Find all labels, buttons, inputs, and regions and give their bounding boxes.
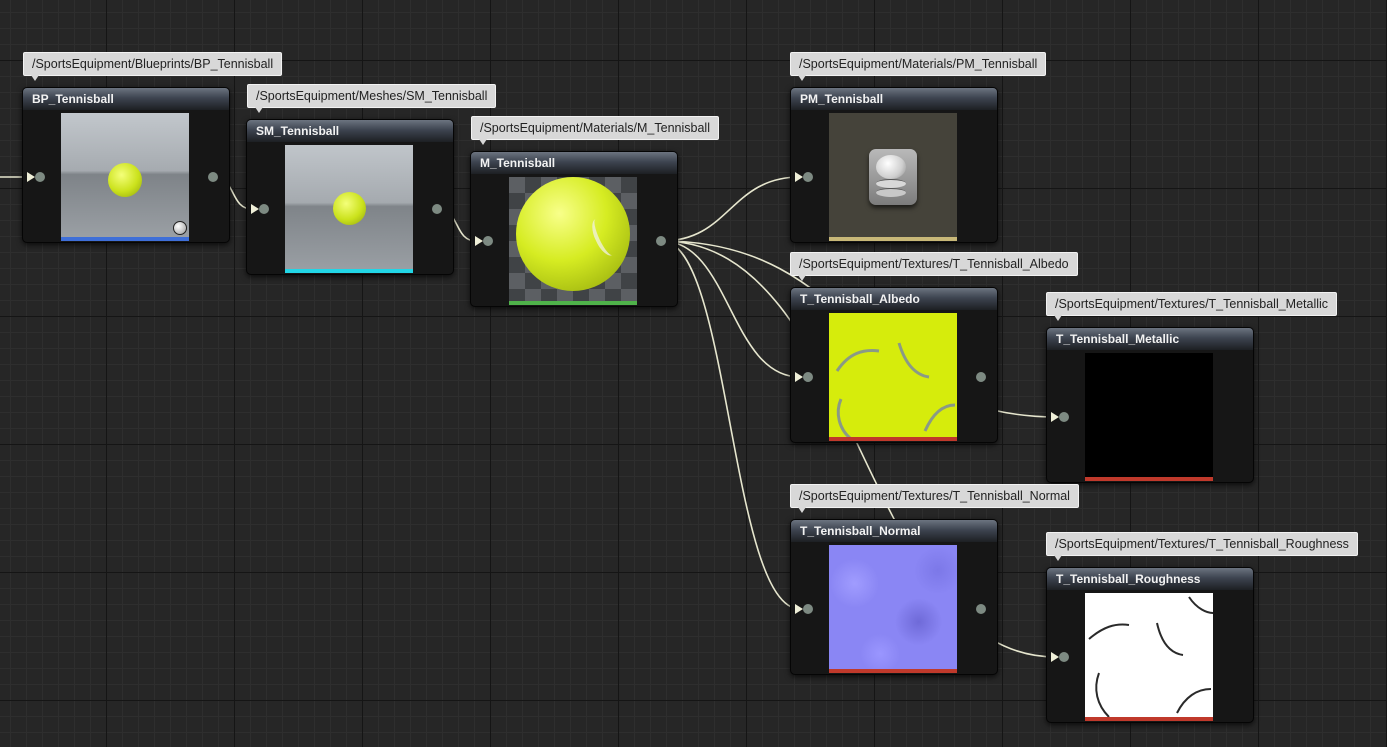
node-title: T_Tennisball_Roughness bbox=[1047, 568, 1253, 590]
asset-type-bar bbox=[829, 437, 957, 441]
asset-type-bar bbox=[829, 237, 957, 241]
albedo-texture-preview bbox=[829, 313, 957, 441]
path-tooltip-normal: /SportsEquipment/Textures/T_Tennisball_N… bbox=[790, 484, 1079, 513]
node-sm-tennisball[interactable]: SM_Tennisball bbox=[246, 119, 454, 275]
blueprint-preview-icon bbox=[61, 113, 189, 241]
static-mesh-preview-icon bbox=[285, 145, 413, 273]
material-sphere-preview-icon bbox=[509, 177, 637, 305]
input-pin[interactable] bbox=[259, 204, 269, 214]
metallic-texture-preview bbox=[1085, 353, 1213, 481]
asset-type-bar bbox=[829, 669, 957, 673]
input-pin[interactable] bbox=[803, 372, 813, 382]
output-pin[interactable] bbox=[656, 236, 666, 246]
path-tooltip-pm: /SportsEquipment/Materials/PM_Tennisball bbox=[790, 52, 1047, 81]
asset-type-bar bbox=[1085, 717, 1213, 721]
path-tooltip-metallic: /SportsEquipment/Textures/T_Tennisball_M… bbox=[1046, 292, 1338, 321]
wire-m-normal bbox=[661, 240, 801, 610]
input-pin[interactable] bbox=[1059, 412, 1069, 422]
node-title: T_Tennisball_Metallic bbox=[1047, 328, 1253, 350]
physical-material-icon bbox=[829, 113, 957, 241]
node-t-tennisball-metallic[interactable]: T_Tennisball_Metallic bbox=[1046, 327, 1254, 483]
input-pin[interactable] bbox=[35, 172, 45, 182]
output-pin[interactable] bbox=[976, 604, 986, 614]
asset-type-bar bbox=[61, 237, 189, 241]
input-exec-arrow-icon bbox=[251, 204, 259, 214]
input-exec-arrow-icon bbox=[27, 172, 35, 182]
node-pm-tennisball[interactable]: PM_Tennisball bbox=[790, 87, 998, 243]
roughness-texture-preview bbox=[1085, 593, 1213, 721]
wire-m-pm bbox=[661, 176, 801, 242]
path-tooltip-bp: /SportsEquipment/Blueprints/BP_Tennisbal… bbox=[23, 52, 283, 81]
node-t-tennisball-albedo[interactable]: T_Tennisball_Albedo bbox=[790, 287, 998, 443]
path-tooltip-roughness: /SportsEquipment/Textures/T_Tennisball_R… bbox=[1046, 532, 1358, 561]
node-title: M_Tennisball bbox=[471, 152, 677, 174]
asset-type-bar bbox=[509, 301, 637, 305]
node-title: T_Tennisball_Albedo bbox=[791, 288, 997, 310]
wire-m-albedo bbox=[661, 240, 801, 378]
node-title: T_Tennisball_Normal bbox=[791, 520, 997, 542]
input-exec-arrow-icon bbox=[475, 236, 483, 246]
node-title: BP_Tennisball bbox=[23, 88, 229, 110]
node-title: SM_Tennisball bbox=[247, 120, 453, 142]
input-exec-arrow-icon bbox=[1051, 412, 1059, 422]
node-t-tennisball-normal[interactable]: T_Tennisball_Normal bbox=[790, 519, 998, 675]
output-pin[interactable] bbox=[976, 372, 986, 382]
input-pin[interactable] bbox=[803, 604, 813, 614]
node-m-tennisball[interactable]: M_Tennisball bbox=[470, 151, 678, 307]
path-tooltip-m: /SportsEquipment/Materials/M_Tennisball bbox=[471, 116, 719, 145]
asset-type-bar bbox=[1085, 477, 1213, 481]
output-pin[interactable] bbox=[208, 172, 218, 182]
normal-texture-preview bbox=[829, 545, 957, 673]
path-tooltip-sm: /SportsEquipment/Meshes/SM_Tennisball bbox=[247, 84, 497, 113]
node-t-tennisball-roughness[interactable]: T_Tennisball_Roughness bbox=[1046, 567, 1254, 723]
asset-type-bar bbox=[285, 269, 413, 273]
node-bp-tennisball[interactable]: BP_Tennisball bbox=[22, 87, 230, 243]
input-pin[interactable] bbox=[483, 236, 493, 246]
input-exec-arrow-icon bbox=[795, 604, 803, 614]
input-exec-arrow-icon bbox=[795, 172, 803, 182]
input-pin[interactable] bbox=[1059, 652, 1069, 662]
input-pin[interactable] bbox=[803, 172, 813, 182]
output-pin[interactable] bbox=[432, 204, 442, 214]
input-exec-arrow-icon bbox=[1051, 652, 1059, 662]
node-title: PM_Tennisball bbox=[791, 88, 997, 110]
input-exec-arrow-icon bbox=[795, 372, 803, 382]
path-tooltip-albedo: /SportsEquipment/Textures/T_Tennisball_A… bbox=[790, 252, 1078, 281]
